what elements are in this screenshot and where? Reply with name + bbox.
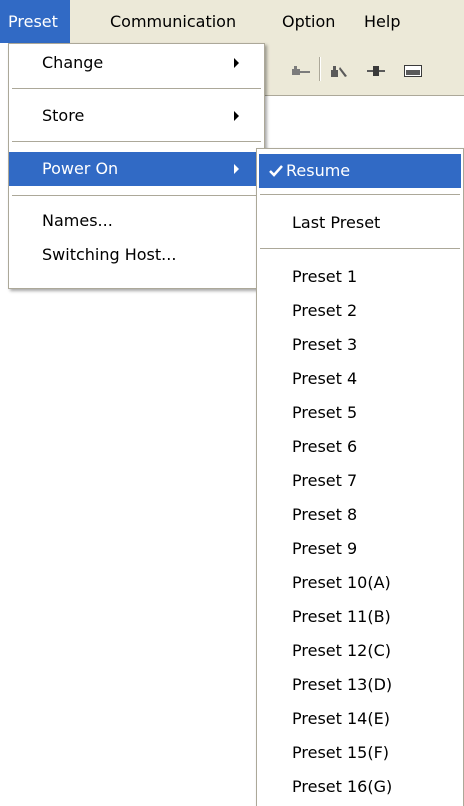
menu-item-preset[interactable]: Preset 11(B): [257, 600, 463, 634]
menu-separator: [260, 194, 460, 195]
menu-item-label: Preset 2: [292, 301, 358, 320]
toolbar-separator: [319, 57, 321, 81]
menu-item-label: Preset 6: [292, 437, 358, 456]
menu-item-label: Store: [42, 106, 85, 125]
checkmark-icon: [269, 165, 283, 177]
menu-item-power-on[interactable]: Power On: [9, 152, 264, 186]
menu-item-label: Preset 9: [292, 539, 358, 558]
menu-item-switching-host[interactable]: Switching Host...: [9, 238, 264, 272]
menu-option[interactable]: Option: [276, 0, 341, 43]
menu-item-label: Preset 5: [292, 403, 358, 422]
menu-item-preset[interactable]: Preset 8: [257, 498, 463, 532]
menu-item-preset[interactable]: Preset 5: [257, 396, 463, 430]
menu-item-label: Preset 4: [292, 369, 358, 388]
menu-item-preset[interactable]: Preset 15(F): [257, 736, 463, 770]
menu-item-preset[interactable]: Preset 13(D): [257, 668, 463, 702]
menu-item-label: Power On: [42, 159, 119, 178]
submenu-arrow-icon: [234, 164, 239, 174]
menu-item-label: Resume: [286, 161, 351, 180]
menu-item-preset[interactable]: Preset 2: [257, 294, 463, 328]
menu-item-label: Preset 3: [292, 335, 358, 354]
menu-item-label: Change: [42, 53, 104, 72]
menu-item-preset[interactable]: Preset 9: [257, 532, 463, 566]
menu-item-label: Preset 11(B): [292, 607, 391, 626]
menu-item-label: Preset 7: [292, 471, 358, 490]
menu-communication[interactable]: Communication: [104, 0, 242, 43]
menu-item-preset[interactable]: Preset 3: [257, 328, 463, 362]
power-on-submenu: Resume Last Preset Preset 1 Preset 2 Prese…: [256, 148, 464, 806]
menu-item-label: Last Preset: [292, 213, 381, 232]
menu-item-preset[interactable]: Preset 14(E): [257, 702, 463, 736]
menu-item-label: Names...: [42, 211, 113, 230]
menu-item-last-preset[interactable]: Last Preset: [257, 206, 463, 240]
submenu-arrow-icon: [234, 111, 239, 121]
toolbar-tool-icon[interactable]: [330, 62, 348, 77]
menu-item-label: Switching Host...: [42, 245, 177, 264]
menu-item-preset[interactable]: Preset 16(G): [257, 770, 463, 804]
menu-separator: [12, 195, 261, 196]
menu-item-preset[interactable]: Preset 6: [257, 430, 463, 464]
menu-separator: [260, 248, 460, 249]
toolbar: [263, 43, 464, 96]
menu-item-label: Preset 8: [292, 505, 358, 524]
menu-item-change[interactable]: Change: [9, 46, 264, 80]
menu-separator: [12, 88, 261, 89]
menu-item-label: Preset 15(F): [292, 743, 390, 762]
menu-bar: Preset Communication Option Help: [0, 0, 464, 43]
menu-item-label: Preset 13(D): [292, 675, 393, 694]
menu-item-preset[interactable]: Preset 7: [257, 464, 463, 498]
toolbar-slider-icon[interactable]: [367, 62, 385, 76]
menu-item-label: Preset 1: [292, 267, 358, 286]
toolbar-window-icon[interactable]: [404, 62, 422, 77]
menu-preset[interactable]: Preset: [0, 0, 70, 43]
toolbar-connect-icon[interactable]: [292, 62, 310, 75]
menu-item-label: Preset 14(E): [292, 709, 390, 728]
preset-menu: Change Store Power On Names... Switching…: [8, 43, 265, 289]
menu-item-label: Preset 16(G): [292, 777, 393, 796]
menu-item-preset[interactable]: Preset 10(A): [257, 566, 463, 600]
menu-separator: [12, 141, 261, 142]
menu-item-label: Preset 12(C): [292, 641, 391, 660]
menu-item-preset[interactable]: Preset 12(C): [257, 634, 463, 668]
menu-item-store[interactable]: Store: [9, 99, 264, 133]
menu-item-names[interactable]: Names...: [9, 204, 264, 238]
menu-item-label: Preset 10(A): [292, 573, 391, 592]
submenu-arrow-icon: [234, 58, 239, 68]
menu-item-resume[interactable]: Resume: [259, 154, 461, 188]
menu-help[interactable]: Help: [358, 0, 406, 43]
menu-item-preset[interactable]: Preset 1: [257, 260, 463, 294]
menu-item-preset[interactable]: Preset 4: [257, 362, 463, 396]
